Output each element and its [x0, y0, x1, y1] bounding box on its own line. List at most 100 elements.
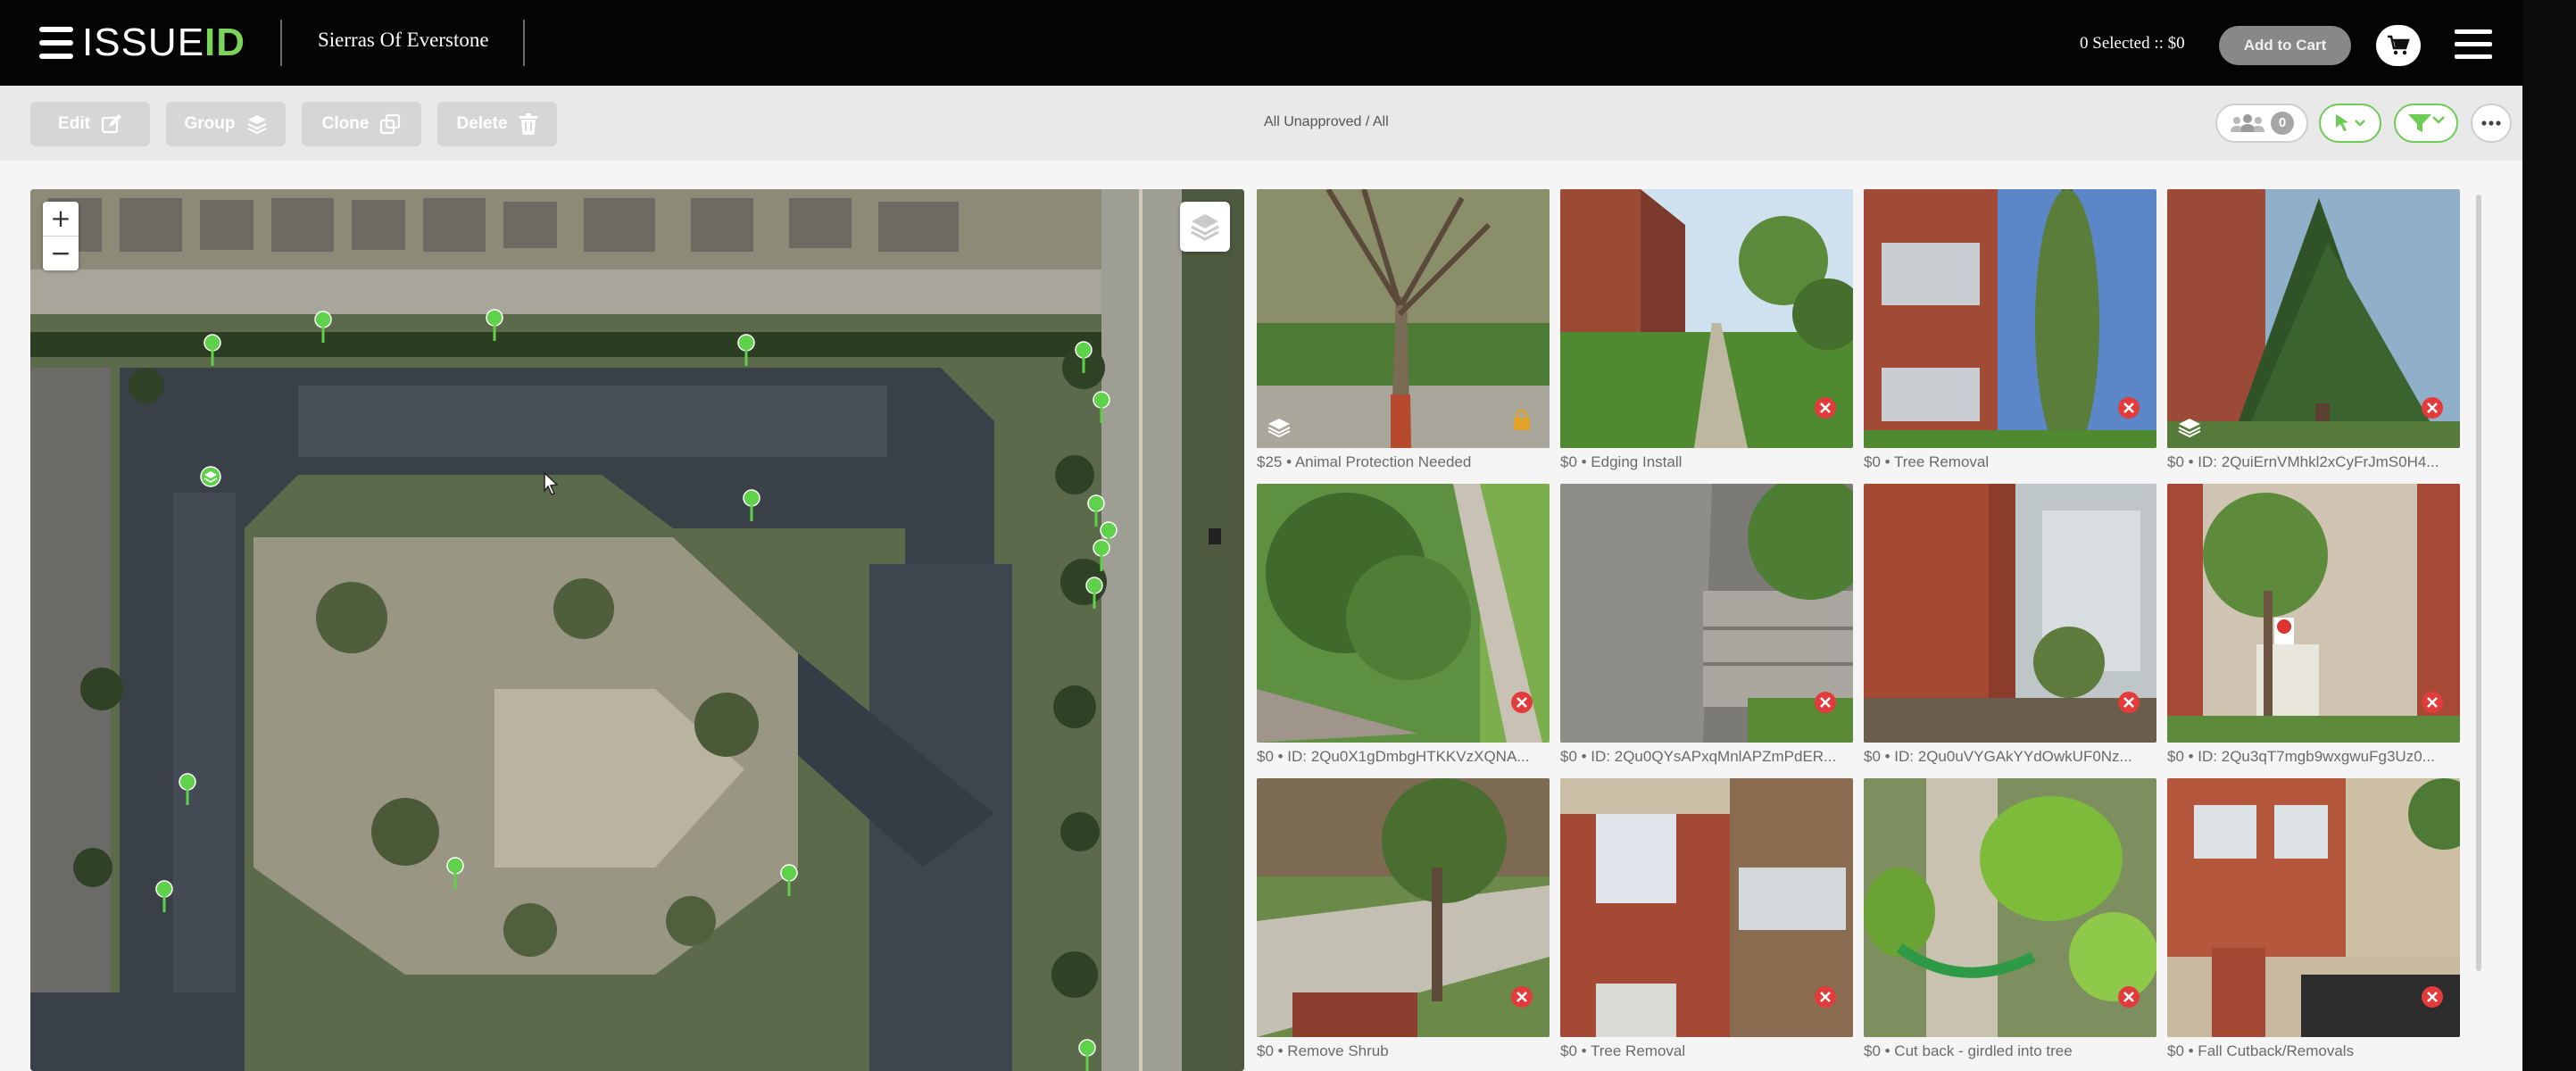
- clone-button[interactable]: Clone: [302, 102, 421, 146]
- issue-photo-image: [1864, 189, 2156, 448]
- map-marker-pin-icon[interactable]: [485, 309, 504, 341]
- group-label: Group: [184, 114, 236, 133]
- people-icon: [2231, 114, 2264, 132]
- issue-card-label: $0 • Cut back - girdled into tree: [1864, 1042, 2073, 1059]
- issue-photo-image: [1257, 778, 1550, 1037]
- issue-photo[interactable]: [1257, 778, 1550, 1037]
- logo-text-id: ID: [204, 21, 246, 64]
- more-horizontal-icon: [2481, 120, 2501, 126]
- issue-photo-image: [1560, 484, 1853, 743]
- delete-label: Delete: [456, 114, 508, 133]
- issue-card[interactable]: $0 • Tree Removal: [1560, 778, 1853, 1062]
- issue-photo[interactable]: [1864, 189, 2156, 448]
- issue-card[interactable]: $0 • Edging Install: [1560, 189, 1853, 473]
- delete-button[interactable]: Delete: [437, 102, 557, 146]
- map-marker-pin-icon[interactable]: [1084, 577, 1104, 609]
- map-marker-pin-icon[interactable]: [736, 334, 756, 366]
- map-marker-pin-icon[interactable]: [1074, 341, 1093, 373]
- rejected-x-icon: [2118, 986, 2140, 1008]
- app-window: ISSUEID Sierras Of Everstone 0 Selected …: [0, 0, 2522, 1071]
- header-divider: [280, 20, 282, 66]
- issue-photo[interactable]: [1560, 778, 1853, 1037]
- issue-photo[interactable]: [1864, 484, 2156, 743]
- issue-photo-image: [2167, 484, 2460, 743]
- issue-photo[interactable]: [2167, 189, 2460, 448]
- issue-card-label: $25 • Animal Protection Needed: [1257, 453, 1472, 470]
- issue-card[interactable]: $0 • Fall Cutback/Removals: [2167, 778, 2460, 1062]
- issue-card-label: $0 • Edging Install: [1560, 453, 1683, 470]
- edit-button[interactable]: Edit: [30, 102, 150, 146]
- zoom-in-button[interactable]: +: [43, 202, 79, 236]
- select-tool-button[interactable]: [2319, 104, 2381, 143]
- issue-photo[interactable]: [1257, 484, 1550, 743]
- issue-photo-image: [2167, 189, 2460, 448]
- issue-photo-image: [1257, 189, 1550, 448]
- rejected-x-icon: [2422, 397, 2443, 419]
- screen-edge: [2522, 0, 2576, 1071]
- top-header: ISSUEID Sierras Of Everstone 0 Selected …: [0, 0, 2522, 86]
- people-filter-button[interactable]: 0: [2215, 104, 2308, 143]
- zoom-out-button[interactable]: −: [43, 236, 79, 270]
- issue-card[interactable]: $0 • ID: 2Qu0uVYGAkYYdOwkUF0Nz...: [1864, 484, 2156, 768]
- map-marker-pin-icon[interactable]: [154, 880, 174, 912]
- issue-photo[interactable]: [1864, 778, 2156, 1037]
- cart-button[interactable]: [2376, 25, 2421, 66]
- filter-funnel-icon: [2408, 114, 2445, 132]
- issue-photo[interactable]: [2167, 484, 2460, 743]
- map-marker-pin-icon[interactable]: [203, 334, 222, 366]
- issue-card-label: $0 • Remove Shrub: [1257, 1042, 1389, 1059]
- group-button[interactable]: Group: [166, 102, 286, 146]
- add-to-cart-button[interactable]: Add to Cart: [2219, 26, 2351, 65]
- issue-card[interactable]: $0 • Remove Shrub: [1257, 778, 1550, 1062]
- issue-photo[interactable]: [1560, 189, 1853, 448]
- rejected-x-icon: [2118, 397, 2140, 419]
- map-marker-pin-icon[interactable]: [1077, 1039, 1097, 1071]
- map-layers-button[interactable]: [1180, 202, 1230, 252]
- map-group-marker-icon[interactable]: [200, 466, 221, 502]
- issue-card[interactable]: $0 • ID: 2QuiErnVMhkl2xCyFrJmS0H4...: [2167, 189, 2460, 473]
- rejected-x-icon: [2422, 986, 2443, 1008]
- issue-photo-image: [1864, 778, 2156, 1037]
- header-divider: [523, 20, 525, 66]
- map-marker-pin-icon[interactable]: [742, 489, 761, 521]
- more-options-button[interactable]: [2471, 104, 2512, 143]
- satellite-map[interactable]: + −: [30, 189, 1244, 1071]
- layers-icon: [1191, 214, 1219, 241]
- issue-card[interactable]: $0 • Tree Removal: [1864, 189, 2156, 473]
- map-marker-pin-icon[interactable]: [313, 311, 333, 343]
- issue-card[interactable]: $0 • ID: 2Qu0X1gDmbgHTKKVzXQNA...: [1257, 484, 1550, 768]
- grid-scrollbar[interactable]: [2476, 195, 2481, 971]
- satellite-imagery: [30, 189, 1244, 1071]
- issue-card-label: $0 • Tree Removal: [1560, 1042, 1686, 1059]
- rejected-x-icon: [1815, 986, 1836, 1008]
- issue-photo-image: [1560, 778, 1853, 1037]
- issue-card-label: $0 • ID: 2Qu0QYsAPxqMnlAPZmPdER...: [1560, 748, 1837, 765]
- issue-card[interactable]: $0 • Cut back - girdled into tree: [1864, 778, 2156, 1062]
- issue-photo-image: [1560, 189, 1853, 448]
- issue-photo[interactable]: [1257, 189, 1550, 448]
- map-marker-pin-icon[interactable]: [779, 864, 799, 896]
- issue-card-label: $0 • Tree Removal: [1864, 453, 1990, 470]
- main-content: + − $25 • Animal Protection Needed $0 • …: [0, 161, 2522, 1071]
- map-marker-pin-icon[interactable]: [1092, 539, 1111, 571]
- filter-status-label[interactable]: All Unapproved / All: [1264, 114, 1389, 130]
- issue-card[interactable]: $0 • ID: 2Qu0QYsAPxqMnlAPZmPdER...: [1560, 484, 1853, 768]
- issue-card[interactable]: $0 • ID: 2Qu3qT7mgb9wxgwuFg3Uz0...: [2167, 484, 2460, 768]
- issue-card[interactable]: $25 • Animal Protection Needed: [1257, 189, 1550, 473]
- issue-photo-image: [1257, 484, 1550, 743]
- hamburger-menu-icon[interactable]: [2455, 29, 2492, 60]
- map-marker-pin-icon[interactable]: [178, 773, 197, 805]
- rejected-x-icon: [1815, 692, 1836, 713]
- rejected-x-icon: [2118, 692, 2140, 713]
- map-marker-pin-icon[interactable]: [445, 857, 465, 889]
- issue-photo[interactable]: [1560, 484, 1853, 743]
- project-name[interactable]: Sierras Of Everstone: [318, 29, 489, 52]
- copy-icon: [380, 113, 401, 135]
- map-marker-pin-icon[interactable]: [1092, 391, 1111, 423]
- issue-photo-image: [1864, 484, 2156, 743]
- issue-photo[interactable]: [2167, 778, 2460, 1037]
- filter-button[interactable]: [2394, 104, 2458, 143]
- checklist-logo-icon: [39, 25, 73, 61]
- rejected-x-icon: [1511, 692, 1533, 713]
- issueid-logo[interactable]: ISSUEID: [39, 23, 245, 62]
